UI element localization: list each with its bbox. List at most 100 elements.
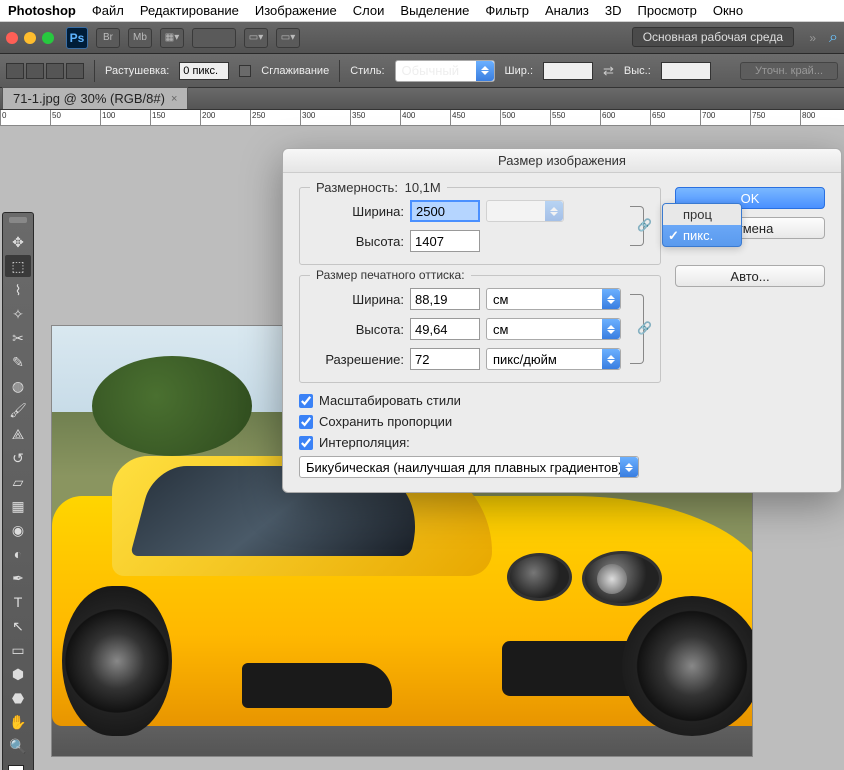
zoom-level-button[interactable] xyxy=(192,28,236,48)
image-size-dialog: Размер изображения Размерность: 10,1M Ши… xyxy=(282,148,842,493)
menu-analysis[interactable]: Анализ xyxy=(545,3,589,18)
screen-mode-button[interactable]: ▭▾ xyxy=(276,28,300,48)
pen-tool[interactable]: ✒ xyxy=(5,567,31,589)
menu-window[interactable]: Окно xyxy=(713,3,743,18)
antialias-checkbox[interactable] xyxy=(239,65,251,77)
minimize-window[interactable] xyxy=(24,32,36,44)
height-label: Выс.: xyxy=(624,65,651,77)
color-swatches[interactable] xyxy=(5,763,31,770)
resolution-label: Разрешение: xyxy=(312,352,404,367)
bridge-button[interactable]: Br xyxy=(96,28,120,48)
interpolation-checkbox[interactable] xyxy=(299,436,313,450)
arrange-docs-button[interactable]: ▭▾ xyxy=(244,28,268,48)
feather-input[interactable] xyxy=(179,62,229,80)
style-select[interactable]: Обычный xyxy=(395,60,495,82)
feather-label: Растушевка: xyxy=(105,65,169,77)
lasso-tool[interactable]: ⌇ xyxy=(5,279,31,301)
zoom-tool[interactable]: 🔍 xyxy=(5,735,31,757)
history-brush-tool[interactable]: ↺ xyxy=(5,447,31,469)
swap-icon[interactable]: ⇄ xyxy=(603,63,614,79)
pixel-width-input[interactable] xyxy=(410,200,480,222)
menu-filter[interactable]: Фильтр xyxy=(485,3,529,18)
menu-3d[interactable]: 3D xyxy=(605,3,622,18)
app-name[interactable]: Photoshop xyxy=(8,3,76,18)
print-width-input[interactable] xyxy=(410,288,480,310)
toolbox: ✥ ⬚ ⌇ ✧ ✂ ✎ ◍ 🖌 ⟁ ↺ ▱ ▦ ◉ ◐ ✒ T ↖ ▭ ⬢ ⬣ … xyxy=(2,212,34,770)
system-menubar: Photoshop Файл Редактирование Изображени… xyxy=(0,0,844,22)
window-controls xyxy=(6,32,54,44)
eraser-tool[interactable]: ▱ xyxy=(5,471,31,493)
pixel-height-input[interactable] xyxy=(410,230,480,252)
foreground-swatch[interactable] xyxy=(8,765,24,770)
interpolation-select[interactable]: Бикубическая (наилучшая для плавных град… xyxy=(299,456,639,478)
type-tool[interactable]: T xyxy=(5,591,31,613)
rectangle-tool[interactable]: ▭ xyxy=(5,639,31,661)
path-selection-tool[interactable]: ↖ xyxy=(5,615,31,637)
app-bar: Ps Br Mb ▦▾ ▭▾ ▭▾ Основная рабочая среда… xyxy=(0,22,844,54)
antialias-label: Сглаживание xyxy=(261,65,329,77)
zoom-window[interactable] xyxy=(42,32,54,44)
resolution-input[interactable] xyxy=(410,348,480,370)
document-tab-label: 71-1.jpg @ 30% (RGB/8#) xyxy=(13,91,165,106)
horizontal-ruler: 0501001502002503003504004505005506006507… xyxy=(0,110,844,126)
menu-select[interactable]: Выделение xyxy=(400,3,469,18)
print-width-unit-select[interactable]: см xyxy=(486,288,621,310)
clone-stamp-tool[interactable]: ⟁ xyxy=(5,423,31,445)
eyedropper-tool[interactable]: ✎ xyxy=(5,351,31,373)
search-icon[interactable]: ⌕ xyxy=(829,29,838,47)
print-height-label: Высота: xyxy=(312,322,404,337)
crop-tool[interactable]: ✂ xyxy=(5,327,31,349)
width-label: Шир.: xyxy=(505,65,533,77)
style-label: Стиль: xyxy=(350,65,384,77)
tool-preset-icons[interactable] xyxy=(6,63,84,79)
workspace-switcher[interactable]: Основная рабочая среда xyxy=(632,27,794,47)
document-tab-bar: 71-1.jpg @ 30% (RGB/8#) × xyxy=(0,88,844,110)
print-width-label: Ширина: xyxy=(312,292,404,307)
scale-styles-checkbox[interactable] xyxy=(299,394,313,408)
options-bar: Растушевка: Сглаживание Стиль: Обычный Ш… xyxy=(0,54,844,88)
gradient-tool[interactable]: ▦ xyxy=(5,495,31,517)
blur-tool[interactable]: ◉ xyxy=(5,519,31,541)
interpolation-label: Интерполяция: xyxy=(319,435,410,450)
minibridge-button[interactable]: Mb xyxy=(128,28,152,48)
photoshop-logo-icon: Ps xyxy=(66,27,88,49)
dodge-tool[interactable]: ◐ xyxy=(5,543,31,565)
scale-styles-label: Масштабировать стили xyxy=(319,393,461,408)
constrain-label: Сохранить пропорции xyxy=(319,414,452,429)
more-chevrons-icon[interactable]: » xyxy=(809,31,816,45)
resolution-unit-select[interactable]: пикс/дюйм xyxy=(486,348,621,370)
print-height-input[interactable] xyxy=(410,318,480,340)
width-input[interactable] xyxy=(543,62,593,80)
pixel-height-label: Высота: xyxy=(312,234,404,249)
move-tool[interactable]: ✥ xyxy=(5,231,31,253)
unit-option-pixels[interactable]: пикс. xyxy=(663,225,741,246)
constrain-proportions-checkbox[interactable] xyxy=(299,415,313,429)
hand-tool[interactable]: ✋ xyxy=(5,711,31,733)
pixel-dimensions-group: Размерность: 10,1M Ширина: проц пикс. 🔗 … xyxy=(299,187,661,265)
close-tab-icon[interactable]: × xyxy=(171,93,177,105)
magic-wand-tool[interactable]: ✧ xyxy=(5,303,31,325)
menu-file[interactable]: Файл xyxy=(92,3,124,18)
menu-edit[interactable]: Редактирование xyxy=(140,3,239,18)
auto-button[interactable]: Авто... xyxy=(675,265,825,287)
brush-tool[interactable]: 🖌 xyxy=(5,399,31,421)
pixel-width-label: Ширина: xyxy=(312,204,404,219)
document-tab[interactable]: 71-1.jpg @ 30% (RGB/8#) × xyxy=(2,87,188,109)
menu-view[interactable]: Просмотр xyxy=(638,3,697,18)
refine-edge-button[interactable]: Уточн. край... xyxy=(740,62,838,80)
unit-dropdown-open[interactable]: проц пикс. xyxy=(662,203,742,247)
menu-layers[interactable]: Слои xyxy=(353,3,385,18)
healing-brush-tool[interactable]: ◍ xyxy=(5,375,31,397)
close-window[interactable] xyxy=(6,32,18,44)
view-extras-button[interactable]: ▦▾ xyxy=(160,28,184,48)
print-height-unit-select[interactable]: см xyxy=(486,318,621,340)
dialog-title: Размер изображения xyxy=(283,149,841,173)
menu-image[interactable]: Изображение xyxy=(255,3,337,18)
pixel-width-unit-select[interactable] xyxy=(486,200,564,222)
height-input[interactable] xyxy=(661,62,711,80)
unit-option-percent[interactable]: проц xyxy=(663,204,741,225)
marquee-tool[interactable]: ⬚ xyxy=(5,255,31,277)
3d-camera-tool[interactable]: ⬣ xyxy=(5,687,31,709)
print-size-group: Размер печатного оттиска: Ширина: см 🔗 В… xyxy=(299,275,661,383)
3d-tool[interactable]: ⬢ xyxy=(5,663,31,685)
